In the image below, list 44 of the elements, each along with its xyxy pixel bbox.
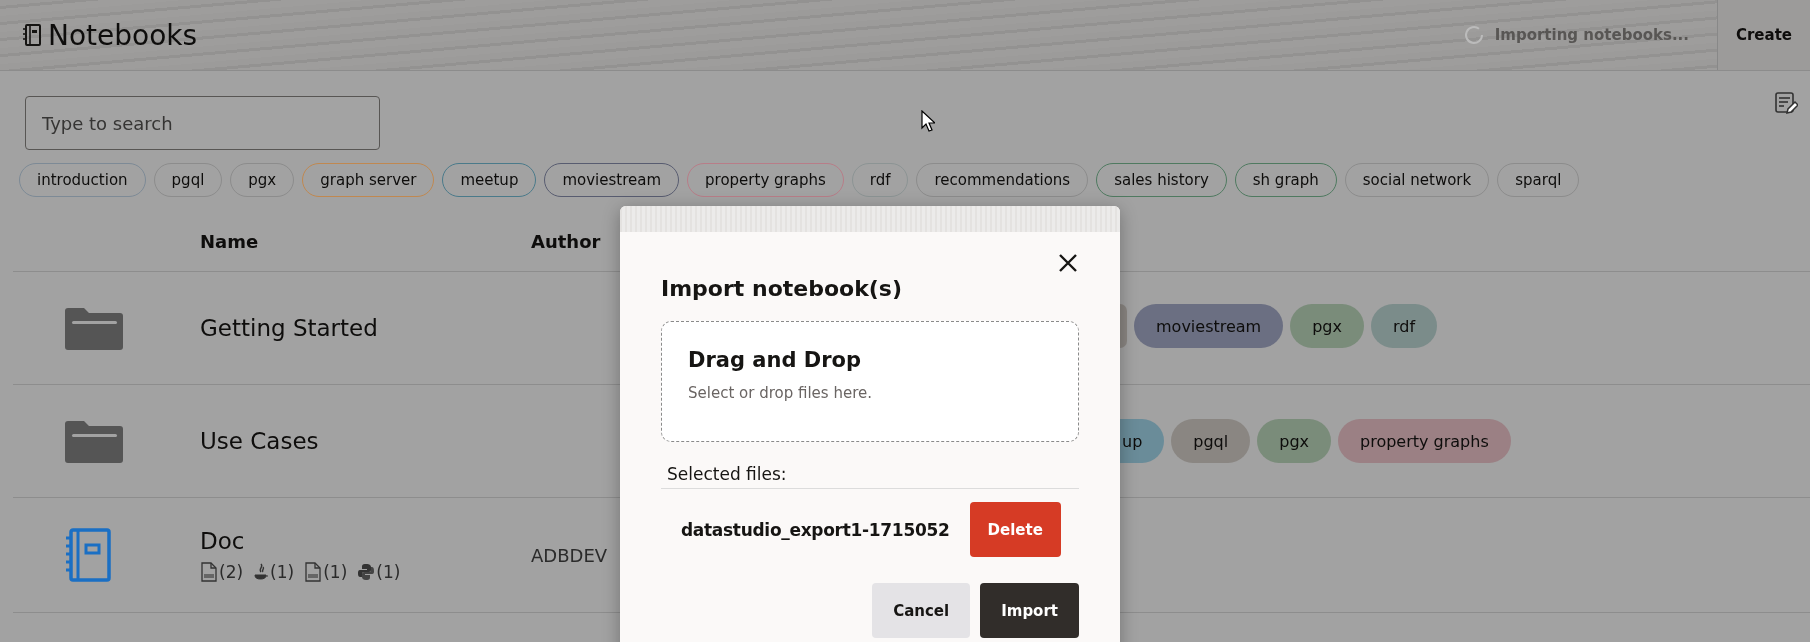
coffee-cup-icon bbox=[253, 562, 270, 582]
tag-chip[interactable]: pgql bbox=[1171, 419, 1251, 463]
paragraph-count: (2) bbox=[219, 562, 244, 582]
notebook-name[interactable]: Doc bbox=[200, 528, 245, 554]
file-icon bbox=[304, 562, 323, 582]
edit-list-icon[interactable] bbox=[1774, 91, 1798, 115]
close-button[interactable] bbox=[1057, 252, 1079, 274]
column-header[interactable]: Name bbox=[200, 230, 259, 252]
column-header[interactable]: Author bbox=[531, 230, 601, 252]
selected-files-label: Selected files: bbox=[667, 464, 787, 484]
search-field[interactable]: Type to search bbox=[25, 96, 380, 150]
folder-name[interactable]: Use Cases bbox=[200, 428, 319, 454]
drop-zone[interactable]: Drag and Drop Select or drop files here. bbox=[661, 321, 1079, 442]
import-status: Importing notebooks... bbox=[1494, 26, 1689, 44]
drop-zone-hint: Select or drop files here. bbox=[688, 384, 872, 402]
page-title: Notebooks bbox=[48, 18, 198, 52]
cancel-button[interactable]: Cancel bbox=[872, 583, 971, 638]
tag-chip[interactable]: social network bbox=[1344, 163, 1490, 197]
author-name: ADBDEV bbox=[531, 544, 608, 566]
tag-chip[interactable]: rdf bbox=[1371, 304, 1438, 348]
folder-icon bbox=[63, 305, 125, 351]
dialog-title: Import notebook(s) bbox=[661, 276, 903, 301]
mouse-cursor-icon bbox=[921, 110, 935, 132]
spinner-icon bbox=[1462, 24, 1485, 46]
tag-chip[interactable]: moviestream bbox=[1134, 304, 1284, 348]
import-button[interactable]: Import bbox=[980, 583, 1079, 638]
file-icon bbox=[200, 562, 218, 582]
folder-icon bbox=[63, 418, 125, 464]
paragraph-count: (1) bbox=[376, 562, 401, 582]
notebook-icon bbox=[22, 23, 42, 47]
create-button[interactable]: Create bbox=[1717, 0, 1810, 70]
paragraph-count: (1) bbox=[323, 562, 348, 582]
close-icon bbox=[1057, 252, 1079, 274]
tag-chip[interactable]: pgx bbox=[1290, 304, 1364, 348]
drop-zone-title: Drag and Drop bbox=[688, 348, 861, 372]
tag-chip[interactable]: property graphs bbox=[1338, 419, 1511, 463]
tag-chip[interactable]: up bbox=[1120, 419, 1165, 463]
python-icon bbox=[357, 563, 376, 581]
file-name: datastudio_export1-1715052 bbox=[681, 519, 950, 540]
notebook-icon bbox=[63, 528, 113, 582]
tag-chip[interactable]: pgx bbox=[1257, 419, 1331, 463]
paragraph-count: (1) bbox=[270, 562, 295, 582]
delete-button[interactable]: Delete bbox=[969, 502, 1061, 557]
folder-name[interactable]: Getting Started bbox=[200, 315, 378, 341]
